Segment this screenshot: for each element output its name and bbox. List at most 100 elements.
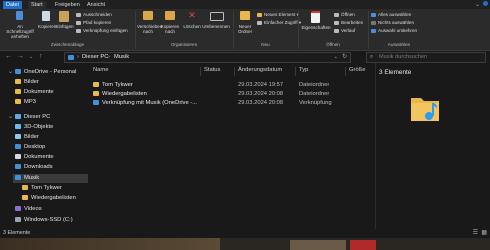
tree-item-mp3[interactable]: MP3	[15, 98, 36, 107]
chevron-down-icon: ⌄	[8, 114, 13, 120]
tree-item-videos[interactable]: Videos	[15, 205, 42, 214]
tree-item-bilder[interactable]: Bilder	[15, 78, 39, 87]
tiles-view-icon[interactable]: ▦	[481, 229, 487, 236]
column-header-name[interactable]: Name	[93, 67, 108, 73]
tab-freigeben[interactable]: Freigeben	[52, 1, 83, 9]
address-bar[interactable]: › Dieser PC › Musik ⌄ ↻	[64, 52, 351, 63]
back-arrow-icon[interactable]: ←	[5, 53, 12, 60]
select-all-icon	[371, 12, 376, 17]
details-view-icon[interactable]: ☰	[473, 229, 478, 236]
recent-locations-icon[interactable]: ⌄	[29, 54, 33, 60]
tree-item-this-pc[interactable]: ⌄ Dieser PC	[8, 113, 50, 122]
history-button[interactable]: Verlauf	[334, 28, 355, 33]
shortcut-icon	[93, 100, 99, 105]
breadcrumb-music[interactable]: Musik	[114, 53, 129, 62]
new-folder-button[interactable]: Neuer Ordner	[235, 11, 255, 34]
tree-item-drive-c[interactable]: Windows-SSD (C:)	[15, 216, 73, 225]
paste-icon	[59, 11, 69, 22]
breadcrumb-separator-icon: ›	[77, 54, 79, 60]
properties-button[interactable]: Eigenschaften	[300, 11, 332, 30]
group-select-label: Auswählen	[387, 42, 411, 47]
column-header-size[interactable]: Größe	[349, 67, 365, 73]
move-to-button[interactable]: Verschieben nach	[137, 11, 162, 34]
new-folder-icon	[240, 11, 250, 20]
copy-path-button[interactable]: Pfad kopieren	[76, 20, 111, 25]
refresh-icon[interactable]: ↻	[342, 53, 347, 62]
breadcrumb-this-pc[interactable]: Dieser PC	[82, 53, 108, 62]
file-date: 29.03.2024 20:08	[238, 91, 284, 97]
music-icon	[15, 175, 21, 180]
copy-icon	[42, 11, 50, 21]
up-arrow-icon[interactable]: ↑	[39, 53, 43, 60]
chevron-down-icon[interactable]: ⌄	[475, 1, 480, 8]
edit-button[interactable]: Bearbeiten	[334, 20, 363, 25]
rename-icon	[210, 12, 224, 21]
tree-item-onedrive[interactable]: ⌄ OneDrive - Personal	[8, 68, 76, 77]
background-thumbnail	[350, 240, 376, 250]
column-divider	[200, 67, 201, 76]
column-divider	[345, 67, 346, 76]
edit-icon	[334, 20, 339, 25]
copy-to-button[interactable]: Kopieren nach	[160, 11, 180, 34]
search-input[interactable]: ⌕ Musik durchsuchen	[366, 52, 486, 63]
invert-selection-button[interactable]: Auswahl umkehren	[371, 28, 417, 33]
music-folder-icon	[411, 98, 439, 121]
cloud-icon	[14, 69, 21, 74]
tab-ansicht[interactable]: Ansicht	[84, 1, 108, 9]
copy-button[interactable]: Kopieren	[38, 11, 56, 29]
group-new-label: Neu	[261, 42, 270, 47]
computer-icon	[14, 114, 21, 119]
history-icon	[334, 28, 339, 33]
tree-item-tom-tykwer[interactable]: Tom Tykwer	[22, 184, 62, 193]
copy-to-icon	[165, 11, 175, 20]
new-item-button[interactable]: Neues Element ▾	[257, 12, 299, 18]
file-row[interactable]: Tom Tykwer 29.03.2024 19:57 Dateiordner	[88, 81, 375, 90]
tree-item-playlists[interactable]: Wiedergabelisten	[22, 194, 76, 203]
document-icon	[15, 154, 21, 159]
folder-icon	[93, 91, 99, 96]
help-icon[interactable]	[483, 1, 488, 6]
tree-item-dokumente[interactable]: Dokumente	[15, 88, 54, 97]
folder-icon	[15, 79, 21, 84]
file-type: Dateiordner	[299, 91, 330, 97]
file-name: Tom Tykwer	[102, 82, 133, 88]
rename-button[interactable]: Umbenennen	[202, 11, 230, 29]
address-dropdown-icon[interactable]: ⌄	[334, 53, 338, 62]
tree-item-music[interactable]: Musik	[13, 174, 88, 183]
tab-start[interactable]: Start	[28, 1, 46, 9]
navigation-pane: ⌄ OneDrive - Personal Bilder Dokumente MP…	[0, 63, 88, 230]
tree-item-3d-objects[interactable]: 3D-Objekte	[15, 123, 53, 132]
navigation-bar: ← → ⌄ ↑ › Dieser PC › Musik ⌄ ↻ ⌕ Musik …	[0, 51, 490, 63]
file-row[interactable]: Wiedergabelisten 29.03.2024 20:08 Dateio…	[88, 90, 375, 99]
select-all-button[interactable]: Alles auswählen	[371, 12, 411, 17]
column-header-type[interactable]: Typ	[299, 67, 308, 73]
ribbon-tabs: Datei Start Freigeben Ansicht ⌄	[0, 0, 490, 9]
easy-access-button[interactable]: Einfacher Zugriff ▾	[257, 20, 301, 26]
paste-shortcut-button[interactable]: Verknüpfung einfügen	[76, 28, 128, 33]
tree-item-desktop[interactable]: Desktop	[15, 143, 45, 152]
delete-button[interactable]: ✕ Löschen	[182, 11, 202, 30]
column-divider	[295, 67, 296, 76]
file-date: 29.03.2024 20:08	[238, 100, 284, 106]
select-none-button[interactable]: Nichts auswählen	[371, 20, 414, 25]
file-row[interactable]: Verknüpfung mit Musik (OneDrive -... 29.…	[88, 99, 375, 108]
pin-button[interactable]: An Schnellzugriff anheften	[3, 11, 37, 39]
tree-item-documents[interactable]: Dokumente	[15, 153, 54, 162]
column-header-date[interactable]: Änderungsdatum	[238, 67, 282, 73]
desktop-icon	[15, 144, 21, 149]
cut-button[interactable]: Ausschneiden	[76, 12, 112, 17]
easy-access-icon	[257, 20, 262, 25]
tab-datei[interactable]: Datei	[3, 1, 22, 9]
tree-item-downloads[interactable]: Downloads	[15, 163, 53, 172]
open-button[interactable]: Öffnen	[334, 12, 355, 17]
paste-button[interactable]: Einfügen	[55, 11, 74, 29]
group-organize-label: Organisieren	[170, 42, 198, 47]
forward-arrow-icon[interactable]: →	[17, 53, 24, 60]
cube-icon	[15, 124, 21, 129]
invert-selection-icon	[371, 28, 376, 33]
folder-icon	[22, 185, 28, 190]
music-folder-icon	[68, 55, 74, 60]
video-icon	[15, 206, 21, 211]
column-header-status[interactable]: Status	[204, 67, 220, 73]
tree-item-pictures[interactable]: Bilder	[15, 133, 39, 142]
